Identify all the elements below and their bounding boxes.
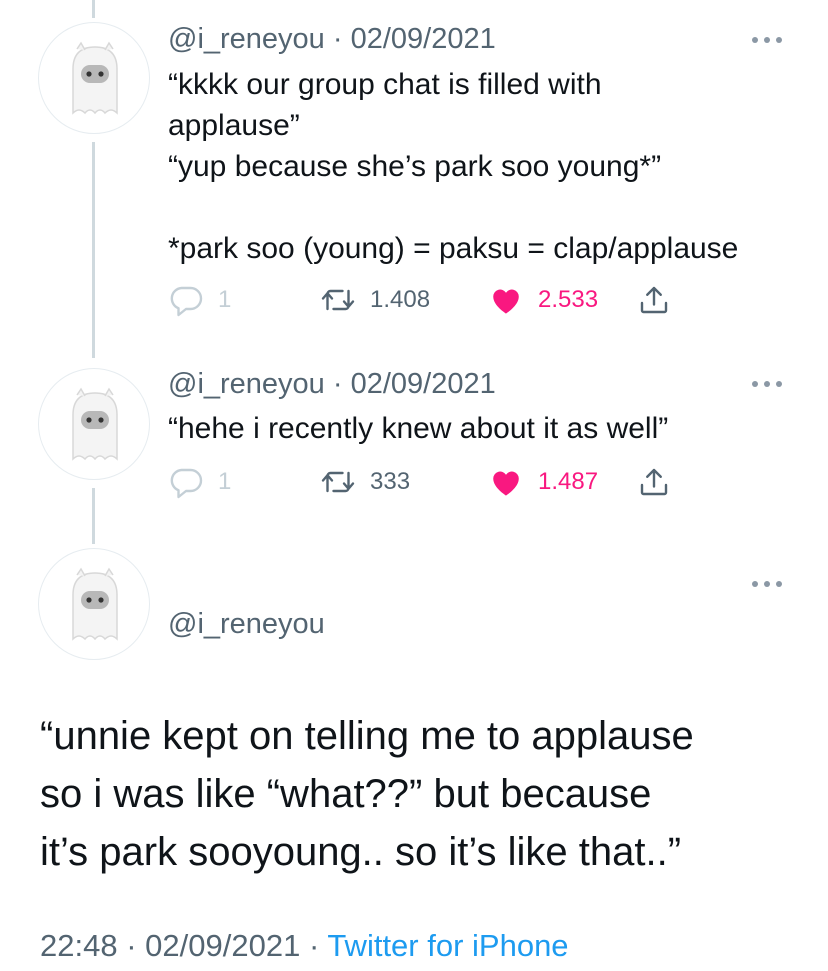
tweet-text: “hehe i recently knew about it as well” [168, 408, 788, 449]
tweet-line: *park soo (young) = paksu = clap/applaus… [168, 232, 739, 265]
tweet-line: “unnie kept on telling me to applause [40, 714, 694, 758]
tweet-header: @i_reneyou · 02/09/2021 [168, 368, 496, 401]
tweet-header: @i_reneyou · 02/09/2021 [168, 23, 496, 56]
tweet-actions: 1 333 1.487 [168, 462, 708, 502]
thread-line [92, 142, 95, 358]
like-count: 2.533 [538, 286, 599, 313]
main-tweet-text: “unnie kept on telling me to applause so… [40, 707, 800, 881]
separator-dot: · [332, 368, 343, 400]
user-handle[interactable]: @i_reneyou [168, 608, 325, 641]
tweet-line: “kkkk our group chat is filled with [168, 68, 602, 101]
like-button[interactable]: 2.533 [488, 280, 598, 320]
user-handle[interactable]: @i_reneyou [168, 368, 325, 400]
tweet-line: so i was like “what??” but because [40, 772, 652, 816]
more-dots-icon [752, 581, 758, 587]
tweet-actions: 1 1.408 2.533 [168, 280, 708, 320]
separator-dot: · [332, 23, 343, 55]
ghost-avatar-icon [72, 567, 118, 641]
more-options-button[interactable] [752, 578, 784, 590]
reply-icon [170, 286, 203, 317]
retweet-icon [321, 471, 355, 493]
tweet-line: “yup because she’s park soo young*” [168, 150, 662, 183]
tweet-line: applause” [168, 109, 300, 142]
avatar[interactable] [38, 22, 150, 134]
reply-icon [170, 468, 203, 499]
tweet-date[interactable]: 02/09/2021 [351, 23, 496, 55]
retweet-button[interactable]: 1.408 [320, 280, 430, 320]
share-button[interactable] [636, 280, 672, 320]
like-count: 1.487 [538, 468, 599, 495]
more-options-button[interactable] [752, 378, 784, 390]
retweet-button[interactable]: 333 [320, 462, 410, 502]
retweet-icon [321, 289, 355, 311]
tweet-line: “hehe i recently knew about it as well” [168, 412, 669, 445]
share-icon [640, 286, 668, 314]
reply-count: 1 [218, 286, 232, 313]
retweet-count: 1.408 [370, 286, 431, 313]
avatar[interactable] [38, 368, 150, 480]
tweet-line [168, 187, 788, 228]
more-options-button[interactable] [752, 34, 784, 46]
tweet-line: it’s park sooyoung.. so it’s like that..… [40, 830, 682, 874]
reply-button[interactable]: 1 [168, 462, 231, 502]
share-icon [640, 468, 668, 496]
more-dots-icon [752, 381, 758, 387]
separator-dot: · [308, 928, 320, 963]
avatar[interactable] [38, 548, 150, 660]
more-dots-icon [752, 37, 758, 43]
thread-line [92, 488, 95, 544]
tweet-date[interactable]: 02/09/2021 [351, 368, 496, 400]
like-button[interactable]: 1.487 [488, 462, 598, 502]
share-button[interactable] [636, 462, 672, 502]
user-handle[interactable]: @i_reneyou [168, 23, 325, 55]
tweet-time[interactable]: 22:48 [40, 928, 118, 963]
tweet-date[interactable]: 02/09/2021 [145, 928, 300, 963]
separator-dot: · [126, 928, 137, 963]
ghost-avatar-icon [72, 41, 118, 115]
tweet-text: “kkkk our group chat is filled with appl… [168, 64, 788, 269]
reply-count: 1 [218, 468, 232, 495]
tweet-source-link[interactable]: Twitter for iPhone [327, 928, 568, 963]
reply-button[interactable]: 1 [168, 280, 231, 320]
heart-icon [493, 289, 519, 314]
retweet-count: 333 [370, 468, 411, 495]
ghost-avatar-icon [72, 387, 118, 461]
heart-icon [493, 471, 519, 496]
thread-line [92, 0, 95, 18]
tweet-meta: 22:48 · 02/09/2021 · Twitter for iPhone [40, 928, 569, 964]
